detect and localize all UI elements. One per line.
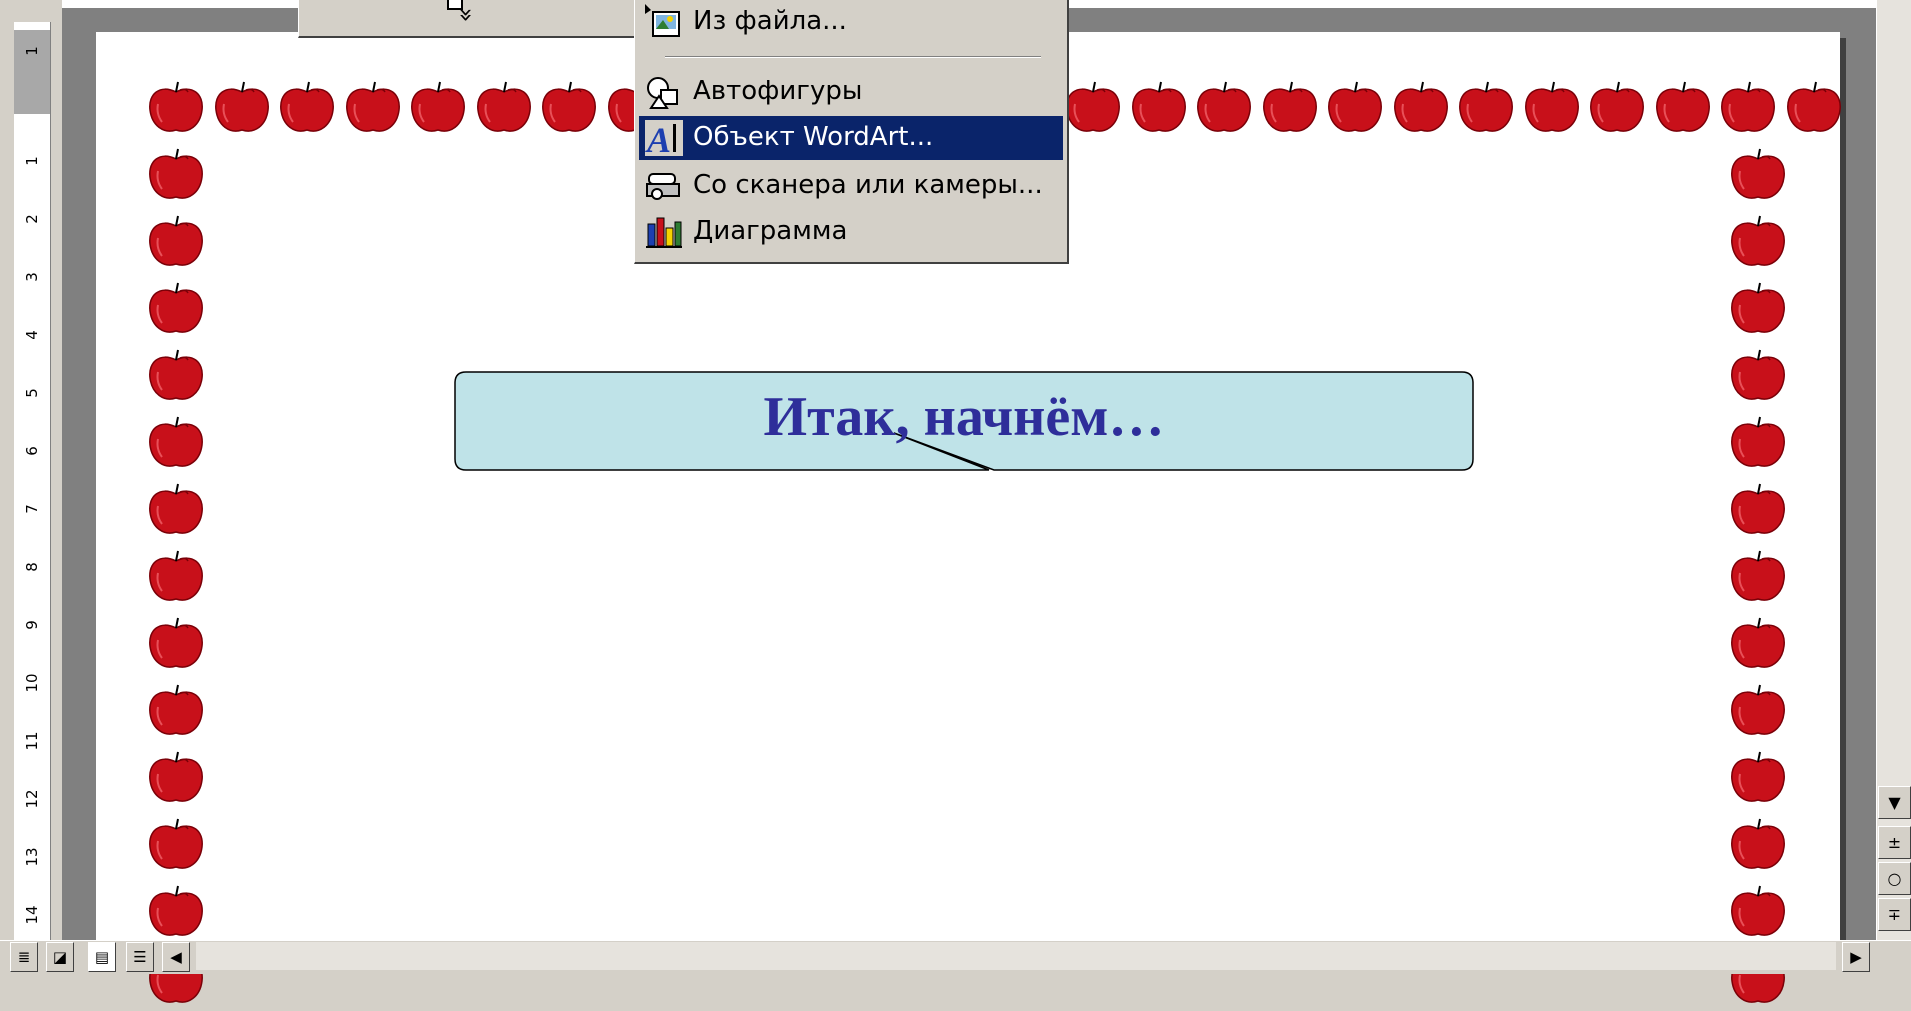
menu-item-from-file[interactable]: Из файла... bbox=[639, 0, 1063, 44]
apple-icon bbox=[146, 817, 206, 873]
apple-icon bbox=[277, 80, 337, 136]
ruler-label: 14 bbox=[23, 905, 41, 925]
ruler-label: 5 bbox=[23, 388, 41, 398]
apple-icon bbox=[1653, 80, 1713, 136]
scroll-right-button[interactable]: ▶ bbox=[1842, 942, 1870, 972]
ruler-label: 11 bbox=[23, 731, 41, 751]
apple-icon bbox=[1260, 80, 1320, 136]
previous-page-button[interactable]: ± bbox=[1878, 826, 1911, 859]
menu-item-label: Диаграмма bbox=[693, 216, 848, 246]
ruler-label: 10 bbox=[23, 673, 41, 693]
ruler-label: 7 bbox=[23, 504, 41, 514]
chart-icon bbox=[646, 217, 682, 248]
apple-icon bbox=[146, 80, 206, 136]
apple-icon bbox=[146, 884, 206, 940]
apple-icon bbox=[1728, 482, 1788, 538]
apple-icon bbox=[146, 750, 206, 806]
select-browse-object-button[interactable]: ○ bbox=[1878, 862, 1911, 895]
horizontal-scroll-track[interactable] bbox=[196, 942, 1836, 970]
apple-icon bbox=[146, 549, 206, 605]
ruler-label: 2 bbox=[23, 214, 41, 224]
callout-text[interactable]: Итак, начнём… bbox=[454, 385, 1474, 449]
menu-item-chart[interactable]: Диаграмма bbox=[639, 210, 1063, 254]
apple-icon bbox=[1728, 549, 1788, 605]
apple-icon bbox=[1728, 683, 1788, 739]
apple-icon bbox=[1728, 281, 1788, 337]
menu-item-wordart[interactable]: A Объект WordArt... bbox=[639, 116, 1063, 160]
apple-icon bbox=[1718, 80, 1778, 136]
menu-item-autoshapes[interactable]: Автофигуры bbox=[639, 70, 1063, 114]
menu-item-label: Со сканера или камеры... bbox=[693, 170, 1043, 200]
page-shadow bbox=[1840, 38, 1846, 940]
apple-icon bbox=[146, 415, 206, 471]
apple-icon bbox=[146, 281, 206, 337]
ruler-label: 12 bbox=[23, 789, 41, 809]
apple-icon bbox=[212, 80, 272, 136]
apple-icon bbox=[146, 482, 206, 538]
ruler-label: 13 bbox=[23, 847, 41, 867]
apple-icon bbox=[146, 348, 206, 404]
apple-icon bbox=[1728, 884, 1788, 940]
ruler-label: 3 bbox=[23, 272, 41, 282]
toolbar-overflow: » bbox=[298, 0, 639, 38]
print-layout-view-button[interactable]: ▤ bbox=[88, 942, 116, 972]
ruler-label: 9 bbox=[23, 620, 41, 630]
svg-text:A: A bbox=[645, 120, 671, 156]
apple-icon bbox=[1194, 80, 1254, 136]
apple-icon bbox=[1522, 80, 1582, 136]
normal-view-button[interactable]: ≣ bbox=[10, 942, 38, 972]
apple-icon bbox=[1728, 214, 1788, 270]
insert-picture-menu: Из файла... Автофигуры A Объект WordArt.… bbox=[634, 0, 1069, 264]
ruler-label: 4 bbox=[23, 330, 41, 340]
apple-icon bbox=[1728, 616, 1788, 672]
apple-icon bbox=[1728, 750, 1788, 806]
menu-item-scanner[interactable]: Со сканера или камеры... bbox=[639, 164, 1063, 208]
apple-icon bbox=[146, 616, 206, 672]
menu-item-label: Объект WordArt... bbox=[693, 122, 934, 152]
menu-item-label: Автофигуры bbox=[693, 76, 863, 106]
scroll-left-button[interactable]: ◀ bbox=[162, 942, 190, 972]
menu-item-label: Из файла... bbox=[693, 6, 847, 36]
apple-icon bbox=[1325, 80, 1385, 136]
apple-icon bbox=[1063, 80, 1123, 136]
apple-icon bbox=[146, 214, 206, 270]
ruler-label: 1 bbox=[23, 156, 41, 166]
picture-from-file-icon bbox=[645, 4, 680, 37]
apple-icon bbox=[1784, 80, 1844, 136]
vertical-ruler: 1 1 2 3 4 5 6 7 8 9 10 11 12 13 14 bbox=[14, 22, 51, 942]
web-layout-view-button[interactable]: ◪ bbox=[46, 942, 74, 972]
menu-separator bbox=[665, 56, 1041, 58]
apple-icon bbox=[1728, 817, 1788, 873]
apple-icon bbox=[1129, 80, 1189, 136]
outline-view-button[interactable]: ☰ bbox=[126, 942, 154, 972]
apple-icon bbox=[343, 80, 403, 136]
scanner-camera-icon bbox=[646, 173, 680, 200]
apple-icon bbox=[146, 147, 206, 203]
expand-menu-icon[interactable]: » bbox=[451, 8, 481, 23]
apple-icon bbox=[1391, 80, 1451, 136]
apple-icon bbox=[1587, 80, 1647, 136]
apple-icon bbox=[146, 683, 206, 739]
apple-icon bbox=[1456, 80, 1516, 136]
wordart-icon: A bbox=[645, 120, 683, 156]
apple-icon bbox=[1728, 348, 1788, 404]
apple-icon bbox=[408, 80, 468, 136]
apple-icon bbox=[474, 80, 534, 136]
autoshapes-icon bbox=[647, 77, 678, 109]
scroll-down-button[interactable]: ▼ bbox=[1878, 786, 1911, 819]
next-page-button[interactable]: ∓ bbox=[1878, 898, 1911, 931]
ruler-label: 1 bbox=[23, 46, 41, 56]
apple-icon bbox=[1728, 147, 1788, 203]
ruler-label: 8 bbox=[23, 562, 41, 572]
apple-icon bbox=[539, 80, 599, 136]
apple-icon bbox=[1728, 415, 1788, 471]
ruler-label: 6 bbox=[23, 446, 41, 456]
